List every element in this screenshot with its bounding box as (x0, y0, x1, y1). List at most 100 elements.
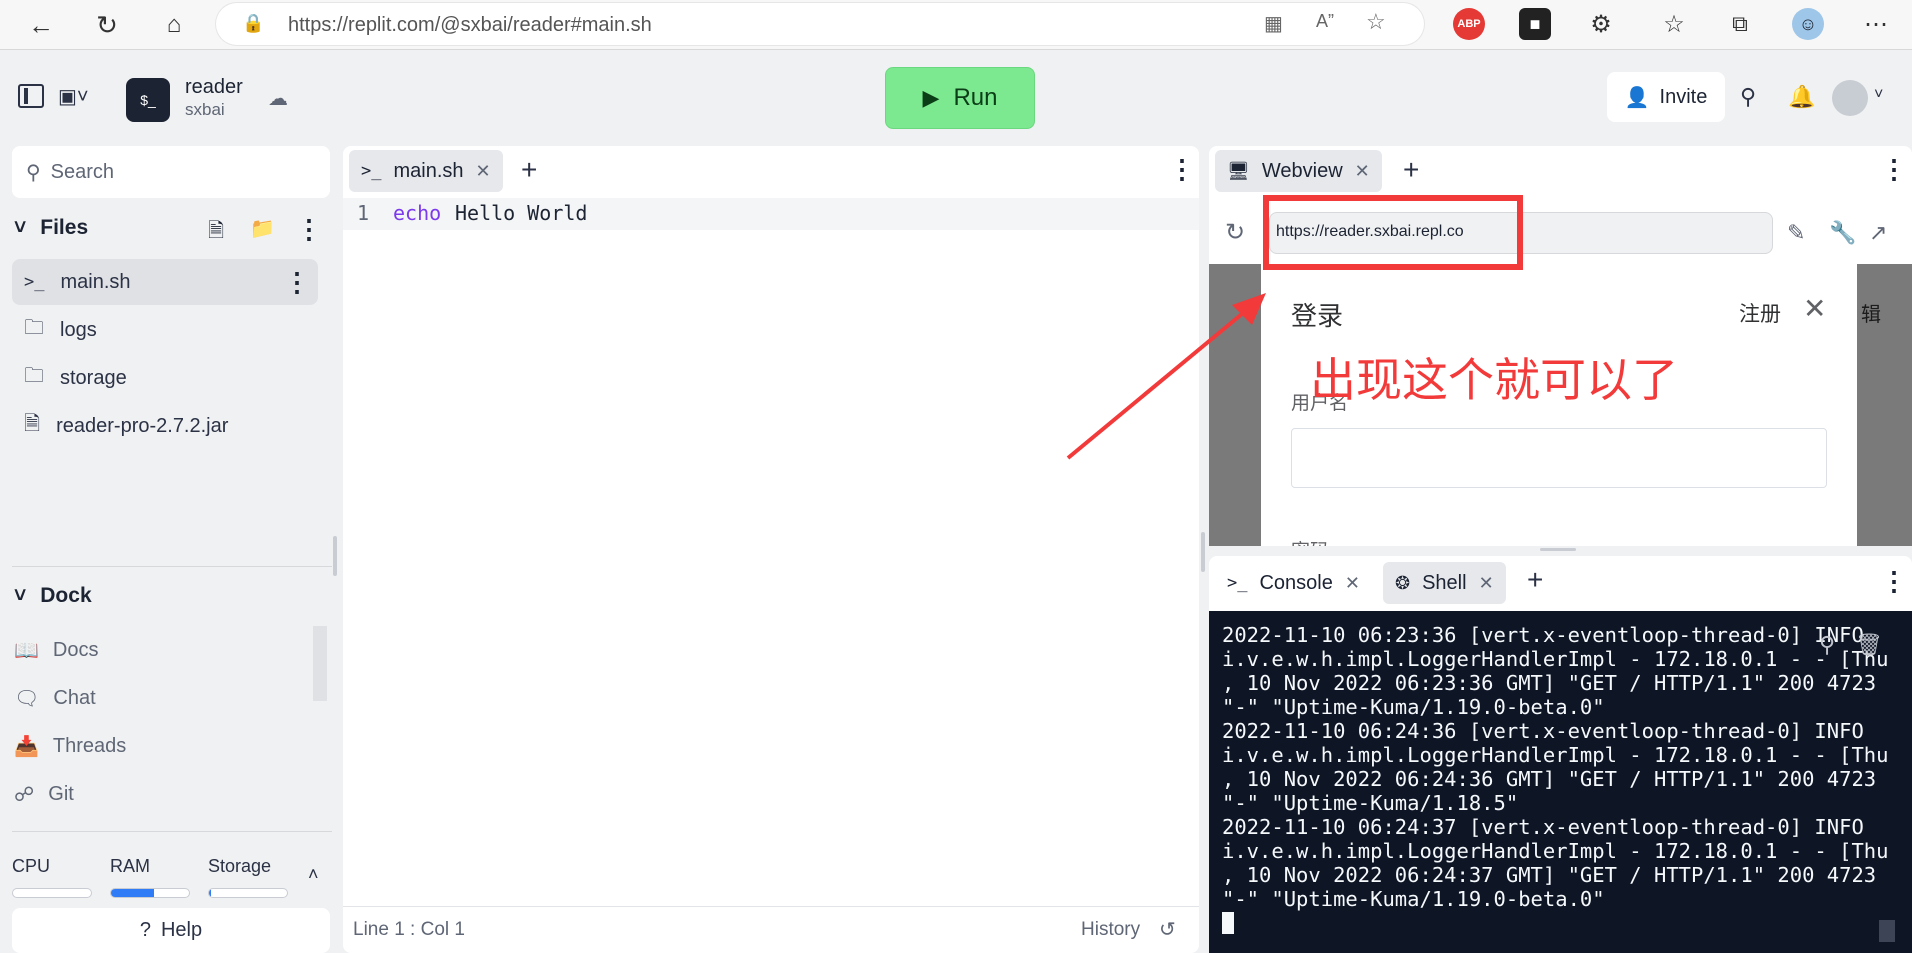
dock-item-docs[interactable]: 📖 Docs (14, 638, 98, 663)
dock-item-threads[interactable]: 📥 Threads (14, 734, 126, 759)
browser-toolbar: ← ↻ ⌂ 🔒 https://replit.com/@sxbai/reader… (0, 0, 1912, 50)
file-item-main-sh[interactable]: >_ main.sh ⋮ (12, 259, 318, 305)
external-link-icon[interactable]: ↗ (1869, 220, 1887, 246)
sidebar-toggle-icon[interactable] (18, 84, 44, 108)
invite-button[interactable]: 👤 Invite (1607, 72, 1725, 122)
shell-terminal[interactable]: 2022-11-10 06:23:36 [vert.x-eventloop-th… (1209, 611, 1912, 953)
add-tab-icon[interactable]: + (1527, 564, 1543, 596)
file-name: reader-pro-2.7.2.jar (56, 414, 229, 437)
git-branch-menu-icon[interactable]: ▣˅ (58, 84, 89, 109)
file-item-logs[interactable]: 🗀 logs (12, 307, 318, 353)
reload-icon[interactable]: ↻ (88, 6, 126, 44)
trash-icon[interactable]: 🗑 (1855, 632, 1883, 658)
webview-more-icon[interactable]: ⋮ (1881, 154, 1907, 185)
search-icon[interactable]: ⚲ (1740, 84, 1756, 110)
terminal-line: , 10 Nov 2022 06:24:37 GMT] "GET / HTTP/… (1222, 863, 1877, 887)
run-button[interactable]: ▶ Run (885, 67, 1035, 129)
chevron-down-icon[interactable]: ˅ (1874, 86, 1883, 104)
dock-item-git[interactable]: ☍ Git (14, 782, 74, 807)
new-folder-icon[interactable]: 📁 (250, 216, 275, 241)
files-section-header[interactable]: ˅ Files (14, 216, 88, 240)
annotation-highlight-box (1263, 195, 1523, 270)
dock-section-header[interactable]: ˅ Dock (14, 584, 92, 608)
terminal-line: i.v.e.w.h.impl.LoggerHandlerImpl - 172.1… (1222, 743, 1889, 767)
add-tab-icon[interactable]: + (521, 154, 537, 186)
inbox-icon: 📥 (14, 736, 39, 758)
favorites-icon[interactable]: ☆ (1658, 8, 1690, 40)
search-icon: ⚲ (26, 161, 41, 184)
repl-logo[interactable]: $_ (126, 78, 170, 122)
pane-resize-handle[interactable] (1540, 548, 1576, 551)
username-input[interactable] (1291, 428, 1827, 488)
reload-icon[interactable]: ↻ (1225, 218, 1245, 247)
register-link[interactable]: 注册 (1739, 298, 1781, 328)
sidebar-resize-handle[interactable] (333, 536, 337, 576)
cursor-position[interactable]: Line 1 : Col 1 (353, 919, 465, 941)
cpu-meter[interactable] (12, 888, 92, 898)
tab-console[interactable]: >_ Console ✕ (1215, 562, 1372, 604)
favorite-star-icon[interactable]: ☆ (1366, 9, 1386, 35)
adblock-icon[interactable]: ABP (1453, 8, 1485, 40)
dock-label: Chat (53, 687, 96, 709)
question-icon: ? (139, 919, 151, 941)
file-item-storage[interactable]: 🗀 storage (12, 355, 318, 401)
tab-shell[interactable]: ❂ Shell ✕ (1383, 562, 1506, 604)
tab-main-sh[interactable]: >_ main.sh ✕ (349, 150, 503, 192)
dock-label: Git (48, 783, 74, 805)
folder-icon: 🗀 (24, 317, 44, 339)
back-arrow-icon[interactable]: ← (22, 6, 60, 44)
divider (12, 566, 332, 567)
help-label: Help (160, 919, 203, 941)
console-panel: >_ Console ✕ ❂ Shell ✕ + ⋮ 2022-11-10 06… (1209, 556, 1912, 953)
apps-grid-icon[interactable]: ▦ (1264, 11, 1283, 36)
collections-icon[interactable]: ⧉ (1724, 8, 1756, 40)
profile-avatar-icon[interactable]: ☺ (1792, 8, 1824, 40)
help-button[interactable]: ? Help (12, 908, 330, 953)
page-edge-text: 辑 (1861, 304, 1881, 326)
editor-more-icon[interactable]: ⋮ (1169, 154, 1195, 185)
pencil-icon[interactable]: ✎ (1787, 220, 1805, 246)
files-more-icon[interactable]: ⋮ (296, 214, 322, 245)
dock-item-chat[interactable]: 🗨 Chat (14, 686, 96, 711)
more-menu-icon[interactable]: ⋯ (1860, 8, 1892, 40)
search-icon[interactable]: ⚲ (1819, 632, 1835, 658)
search-input[interactable]: ⚲ Search (12, 146, 330, 198)
cloud-saved-icon: ☁ (268, 88, 288, 110)
file-item-jar[interactable]: 🗎 reader-pro-2.7.2.jar (12, 403, 318, 449)
chevron-down-icon: ˅ (14, 584, 27, 607)
code-line-1[interactable]: 1 echo Hello World (343, 198, 1199, 230)
monitor-icon: 🖥 (1227, 160, 1250, 181)
history-icon[interactable]: ↺ (1159, 917, 1176, 942)
history-label[interactable]: History (1081, 919, 1140, 941)
bell-icon[interactable]: 🔔 (1788, 84, 1815, 110)
dock-scrollbar[interactable] (313, 626, 327, 701)
tab-webview[interactable]: 🖥 Webview ✕ (1215, 150, 1382, 192)
close-icon[interactable]: ✕ (1345, 573, 1360, 594)
cpu-label: CPU (12, 856, 51, 876)
terminal-line: "-" "Uptime-Kuma/1.18.5" (1222, 791, 1519, 815)
read-aloud-icon[interactable]: A” (1316, 11, 1334, 32)
terminal-scrollbar[interactable] (1879, 920, 1895, 942)
close-icon[interactable]: ✕ (1803, 292, 1826, 325)
tab-label: main.sh (393, 159, 464, 182)
close-icon[interactable]: ✕ (1355, 161, 1370, 182)
close-icon[interactable]: ✕ (1479, 573, 1494, 594)
home-icon[interactable]: ⌂ (155, 6, 193, 44)
editor-resize-handle[interactable] (1201, 532, 1205, 572)
repl-name[interactable]: reader (185, 76, 243, 99)
file-more-icon[interactable]: ⋮ (284, 267, 310, 298)
close-icon[interactable]: ✕ (476, 161, 491, 182)
chevron-up-icon[interactable]: ˄ (308, 864, 319, 885)
address-bar[interactable]: 🔒 https://replit.com/@sxbai/reader#main.… (216, 3, 1424, 45)
ram-meter[interactable] (110, 888, 190, 898)
console-more-icon[interactable]: ⋮ (1881, 566, 1907, 597)
extension-icon[interactable]: ■ (1519, 8, 1551, 40)
storage-meter[interactable] (208, 888, 288, 898)
user-avatar[interactable] (1832, 80, 1868, 116)
add-tab-icon[interactable]: + (1403, 154, 1419, 186)
terminal-line: , 10 Nov 2022 06:24:36 GMT] "GET / HTTP/… (1222, 767, 1877, 791)
new-file-icon[interactable]: 🗎 (208, 216, 224, 250)
dock-heading: Dock (40, 584, 92, 607)
wrench-icon[interactable]: 🔧 (1829, 220, 1856, 246)
puzzle-icon[interactable]: ⚙ (1585, 8, 1617, 40)
